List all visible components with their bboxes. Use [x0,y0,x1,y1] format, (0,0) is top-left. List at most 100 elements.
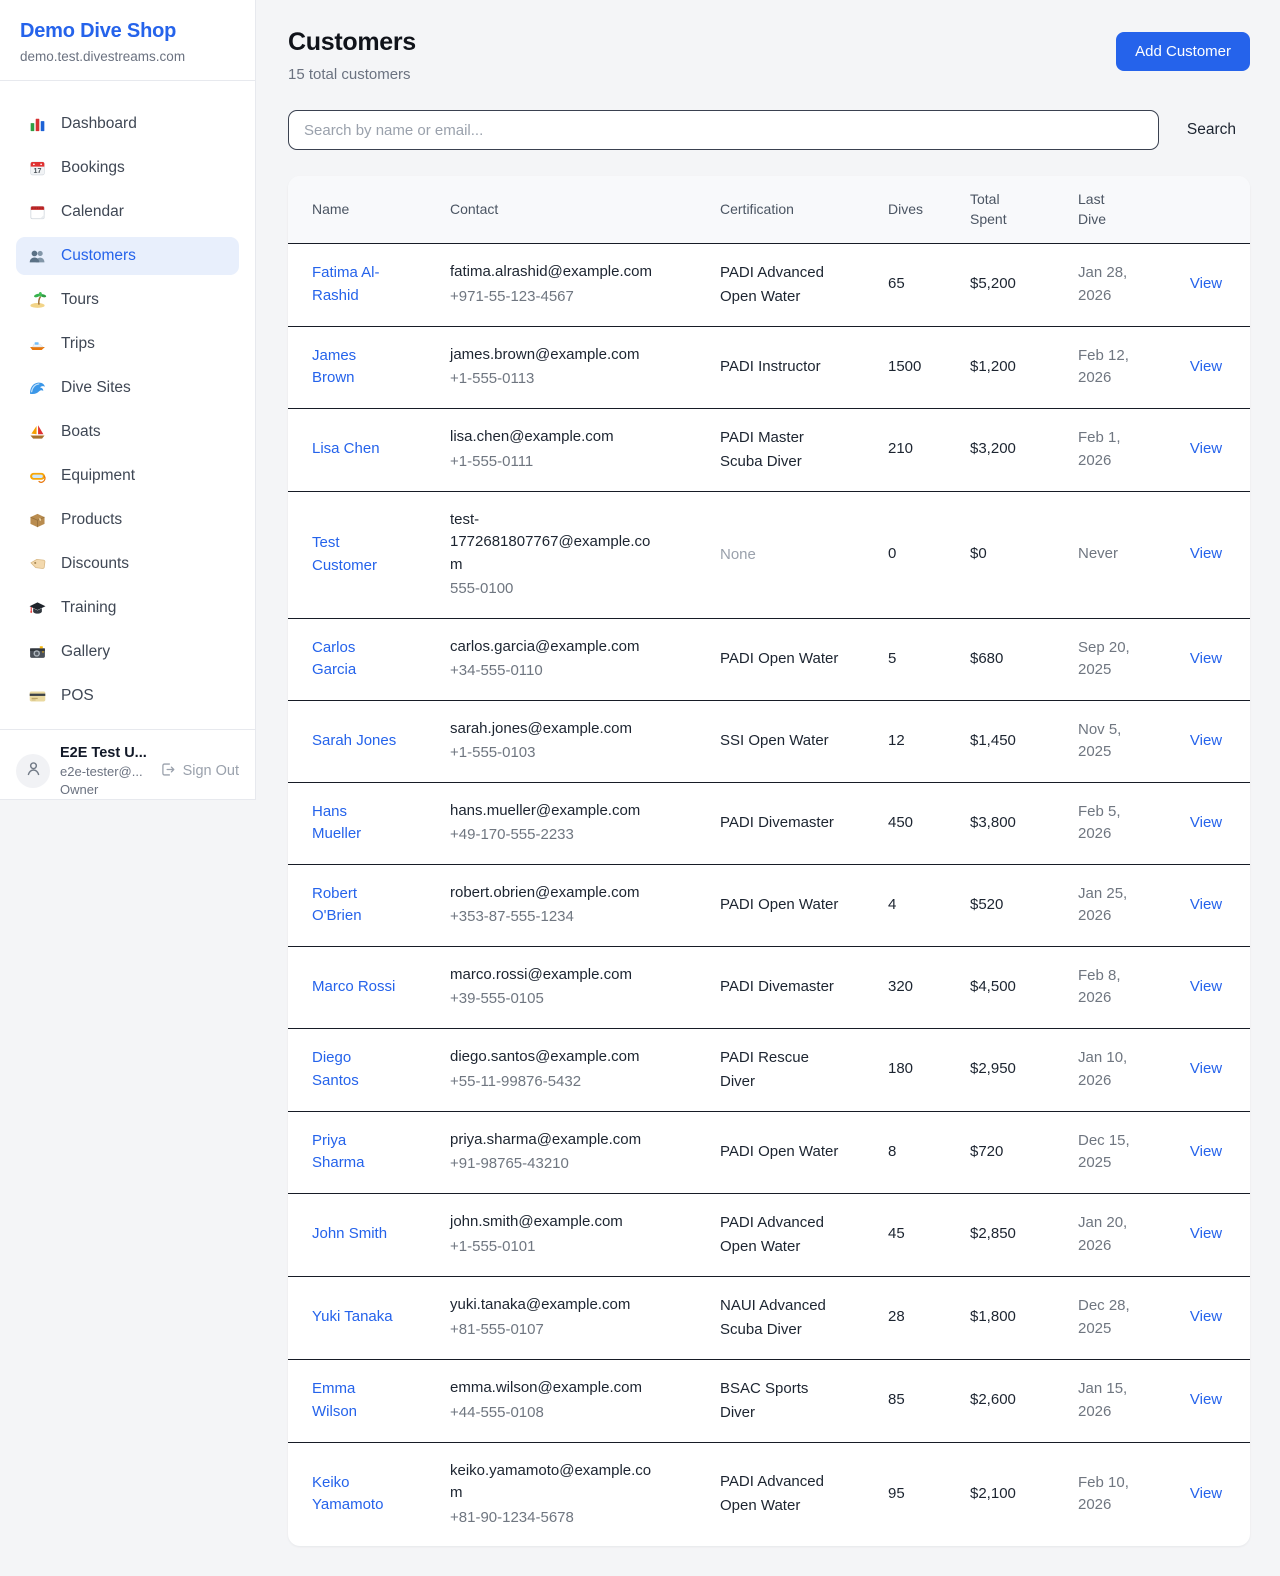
page-header-text: Customers 15 total customers [288,28,416,83]
view-customer-link[interactable]: View [1190,650,1222,667]
customer-name-link[interactable]: Test Customer [312,532,400,577]
add-customer-button[interactable]: Add Customer [1116,32,1250,71]
customer-name-link[interactable]: Emma Wilson [312,1378,400,1423]
view-customer-link[interactable]: View [1190,1485,1222,1502]
sidebar-item-pos[interactable]: POS [16,677,239,715]
customer-name-link[interactable]: James Brown [312,345,400,390]
sidebar-item-customers[interactable]: Customers [16,237,239,275]
column-header-name: Name [288,176,438,243]
customer-name-link[interactable]: Carlos Garcia [312,637,400,682]
sidebar-item-gallery[interactable]: Gallery [16,633,239,671]
customer-name-link[interactable]: Lisa Chen [312,438,380,461]
customer-last-dive: Feb 5, 2026 [1078,801,1138,846]
sidebar-user-section: E2E Test U... e2e-tester@... Owner Sign … [0,729,255,812]
customer-email: sarah.jones@example.com [450,718,656,741]
customer-total-spent: $3,200 [958,408,1066,491]
customer-phone: +44-555-0108 [450,1402,696,1425]
view-customer-link[interactable]: View [1190,978,1222,995]
customer-email: diego.santos@example.com [450,1046,656,1069]
customer-last-dive: Feb 12, 2026 [1078,345,1138,390]
customer-last-dive: Sep 20, 2025 [1078,637,1138,682]
user-meta: E2E Test U... e2e-tester@... Owner [60,745,149,797]
sign-out-button[interactable]: Sign Out [159,761,239,782]
customer-total-spent: $520 [958,864,1066,946]
motorboat-icon [28,335,47,354]
customer-row: Robert O'Brien robert.obrien@example.com… [288,864,1250,946]
customer-total-spent: $720 [958,1111,1066,1193]
sidebar-item-trips[interactable]: Trips [16,325,239,363]
customer-name-link[interactable]: Robert O'Brien [312,883,400,928]
view-customer-link[interactable]: View [1190,814,1222,831]
sidebar-item-discounts[interactable]: Discounts [16,545,239,583]
bar-chart-icon [28,115,47,134]
customer-last-dive: Jan 28, 2026 [1078,262,1138,307]
customer-name-link[interactable]: Keiko Yamamoto [312,1472,400,1517]
customer-certification: PADI Divemaster [720,811,845,835]
view-customer-link[interactable]: View [1190,1225,1222,1242]
view-customer-link[interactable]: View [1190,545,1222,562]
shop-domain: demo.test.divestreams.com [20,49,235,64]
shop-name: Demo Dive Shop [20,20,235,43]
column-header-dives: Dives [876,176,958,243]
sidebar-item-training[interactable]: Training [16,589,239,627]
customer-certification: PADI Divemaster [720,975,845,999]
main-content: Customers 15 total customers Add Custome… [256,0,1280,1576]
sidebar-item-dashboard[interactable]: Dashboard [16,105,239,143]
view-customer-link[interactable]: View [1190,1060,1222,1077]
view-customer-link[interactable]: View [1190,896,1222,913]
customer-name-link[interactable]: Yuki Tanaka [312,1306,393,1329]
search-button[interactable]: Search [1187,121,1236,139]
sidebar-item-boats[interactable]: Boats [16,413,239,451]
customer-name-link[interactable]: Priya Sharma [312,1130,400,1175]
column-header-contact: Contact [438,176,708,243]
view-customer-link[interactable]: View [1190,732,1222,749]
search-input[interactable] [288,110,1159,150]
customer-certification: SSI Open Water [720,729,845,753]
page-header: Customers 15 total customers Add Custome… [288,28,1250,83]
customer-phone: +39-555-0105 [450,988,696,1011]
sidebar-item-calendar[interactable]: Calendar [16,193,239,231]
diving-mask-icon [28,467,47,486]
customer-certification: PADI Instructor [720,355,845,379]
spiral-calendar-icon [28,203,47,222]
customer-name-link[interactable]: Diego Santos [312,1047,400,1092]
customer-row: Priya Sharma priya.sharma@example.com +9… [288,1111,1250,1193]
sidebar-item-bookings[interactable]: 17 Bookings [16,149,239,187]
customer-email: fatima.alrashid@example.com [450,261,656,284]
customer-last-dive: Dec 15, 2025 [1078,1130,1138,1175]
customers-table: NameContactCertificationDivesTotal Spent… [288,176,1250,1546]
sidebar-item-tours[interactable]: Tours [16,281,239,319]
customer-total-spent: $0 [958,491,1066,618]
customer-email: marco.rossi@example.com [450,964,656,987]
customer-row: James Brown james.brown@example.com +1-5… [288,326,1250,408]
customer-name-link[interactable]: Marco Rossi [312,976,395,999]
view-customer-link[interactable]: View [1190,1308,1222,1325]
customer-name-link[interactable]: Sarah Jones [312,730,396,753]
customer-email: priya.sharma@example.com [450,1129,656,1152]
customer-row: Fatima Al-Rashid fatima.alrashid@example… [288,243,1250,326]
customer-certification: None [720,543,845,567]
customer-total-spent: $2,100 [958,1442,1066,1546]
sidebar-item-dive-sites[interactable]: Dive Sites [16,369,239,407]
view-customer-link[interactable]: View [1190,1143,1222,1160]
customer-total-spent: $5,200 [958,243,1066,326]
view-customer-link[interactable]: View [1190,1391,1222,1408]
sidebar-item-equipment[interactable]: Equipment [16,457,239,495]
customer-certification: PADI Open Water [720,1140,845,1164]
customer-name-link[interactable]: Hans Mueller [312,801,400,846]
customer-dives: 210 [876,408,958,491]
customer-name-link[interactable]: Fatima Al-Rashid [312,262,400,307]
customer-total-spent: $2,850 [958,1193,1066,1276]
view-customer-link[interactable]: View [1190,440,1222,457]
sign-out-label: Sign Out [183,763,239,779]
user-role: Owner [60,782,149,797]
customer-name-link[interactable]: John Smith [312,1223,387,1246]
sidebar-item-products[interactable]: Products [16,501,239,539]
customer-phone: +91-98765-43210 [450,1153,696,1176]
customer-phone: +1-555-0111 [450,451,696,474]
customer-last-dive: Jan 20, 2026 [1078,1212,1138,1257]
view-customer-link[interactable]: View [1190,275,1222,292]
customer-row: Emma Wilson emma.wilson@example.com +44-… [288,1359,1250,1442]
view-customer-link[interactable]: View [1190,358,1222,375]
customer-total-spent: $2,600 [958,1359,1066,1442]
